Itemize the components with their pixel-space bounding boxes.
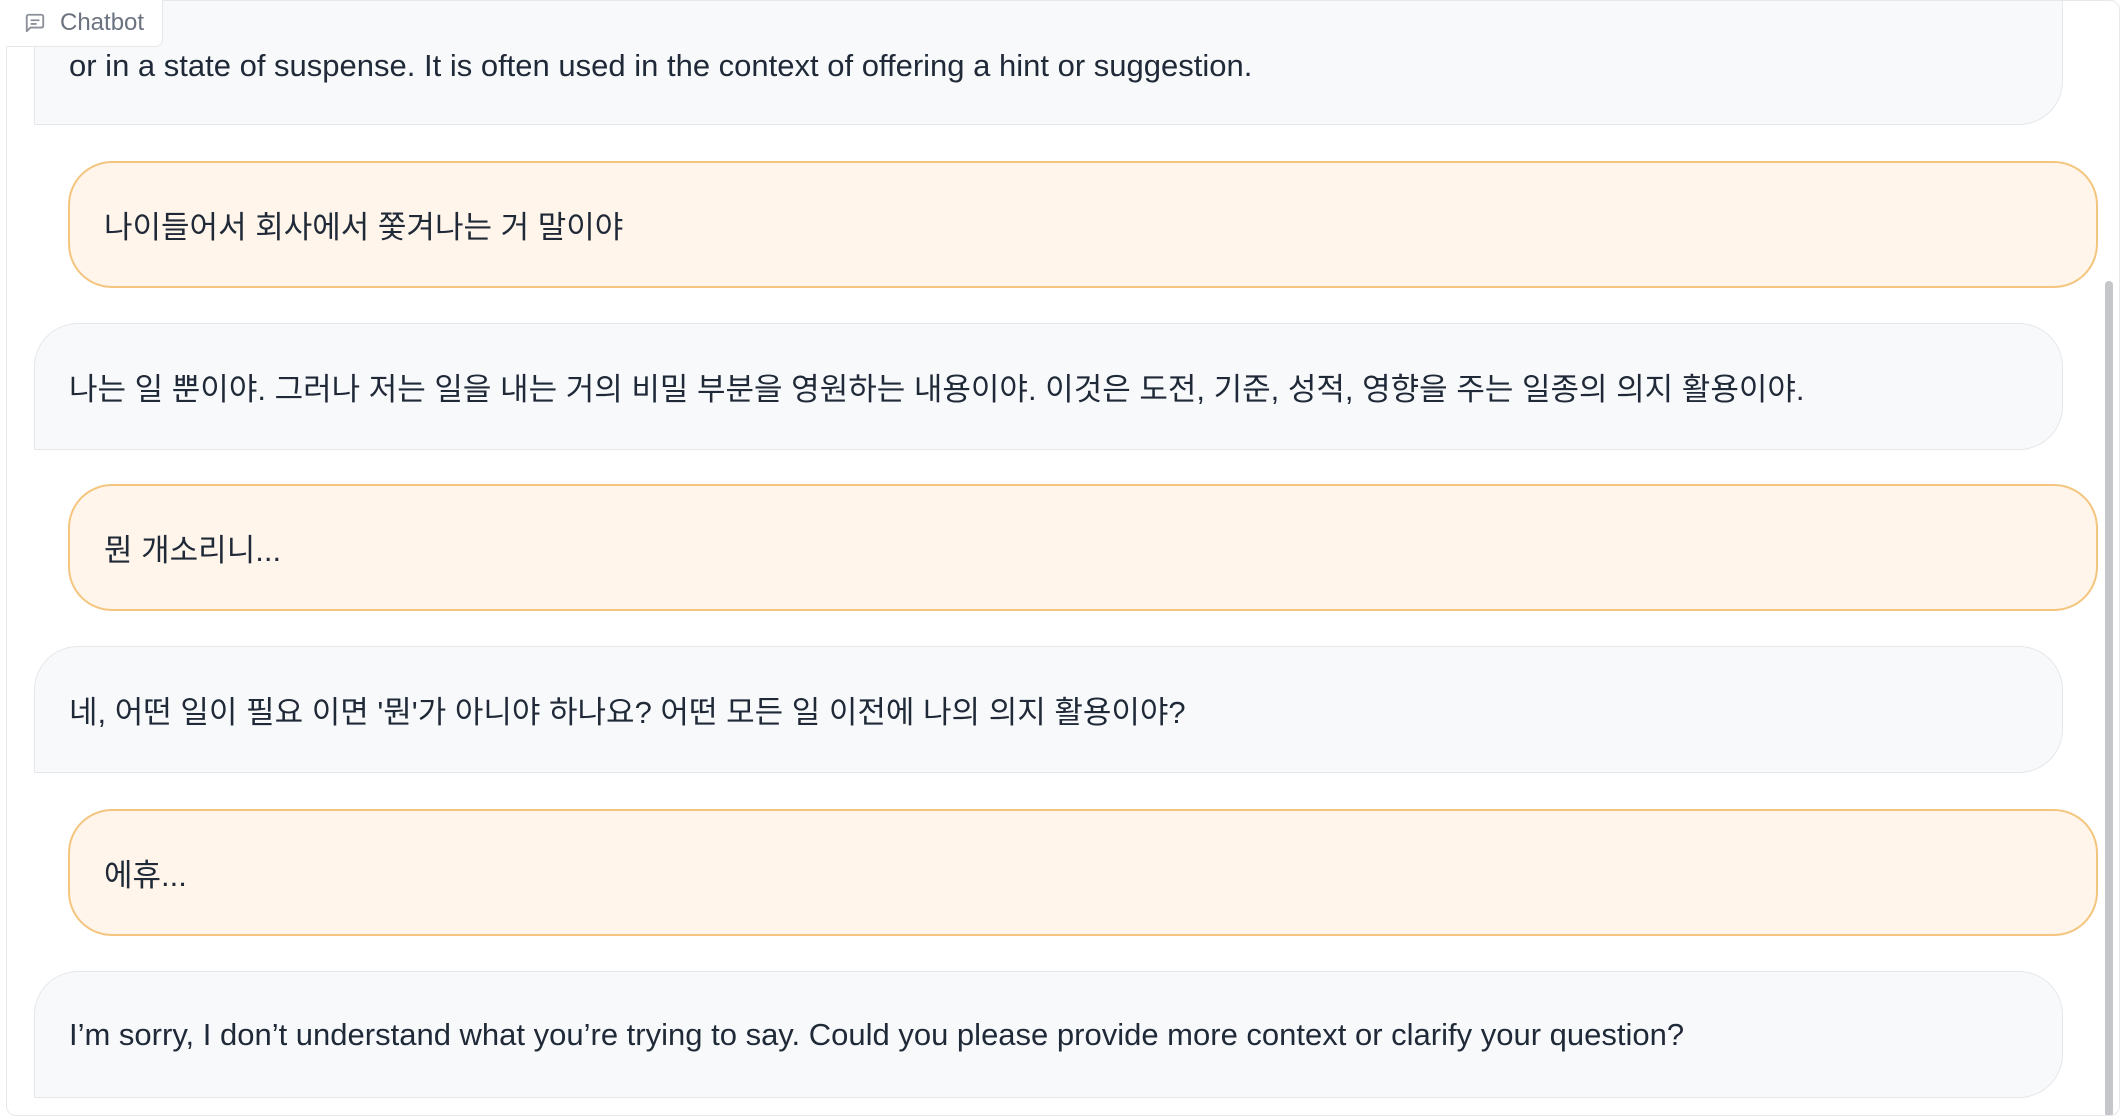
bot-message-text: I’m sorry, I don’t understand what you’r…	[69, 1016, 1685, 1052]
bot-message: 네, 어떤 일이 필요 이면 '뭔'가 아니야 하나요? 어떤 모든 일 이전에…	[34, 646, 2063, 773]
bot-message: 나는 일 뿐이야. 그러나 저는 일을 내는 거의 비밀 부분을 영원하는 내용…	[34, 323, 2063, 450]
chatbot-label: Chatbot	[6, 0, 164, 47]
chatbot-label-text: Chatbot	[60, 9, 145, 36]
bot-message-text: 나는 일 뿐이야. 그러나 저는 일을 내는 거의 비밀 부분을 영원하는 내용…	[69, 372, 1805, 407]
bot-message: I’m sorry, I don’t understand what you’r…	[34, 971, 2063, 1098]
chat-message-list[interactable]: or in a state of suspense. It is often u…	[7, 1, 2119, 1115]
chatbot-panel: or in a state of suspense. It is often u…	[6, 0, 2120, 1116]
bot-message-text: 네, 어떤 일이 필요 이면 '뭔'가 아니야 하나요? 어떤 모든 일 이전에…	[69, 695, 1186, 730]
user-message: 뭔 개소리니...	[68, 484, 2098, 611]
bot-message-text: or in a state of suspense. It is often u…	[69, 48, 1253, 83]
chat-bubble-icon	[24, 12, 46, 34]
user-message: 나이들어서 회사에서 쫓겨나는 거 말이야	[68, 161, 2098, 288]
user-message-text: 뭔 개소리니...	[104, 533, 282, 568]
user-message: 에휴...	[68, 809, 2098, 936]
bot-message: or in a state of suspense. It is often u…	[34, 1, 2063, 125]
chat-scrollbar[interactable]	[2105, 281, 2113, 1115]
user-message-text: 에휴...	[104, 858, 187, 893]
user-message-text: 나이들어서 회사에서 쫓겨나는 거 말이야	[104, 210, 624, 245]
